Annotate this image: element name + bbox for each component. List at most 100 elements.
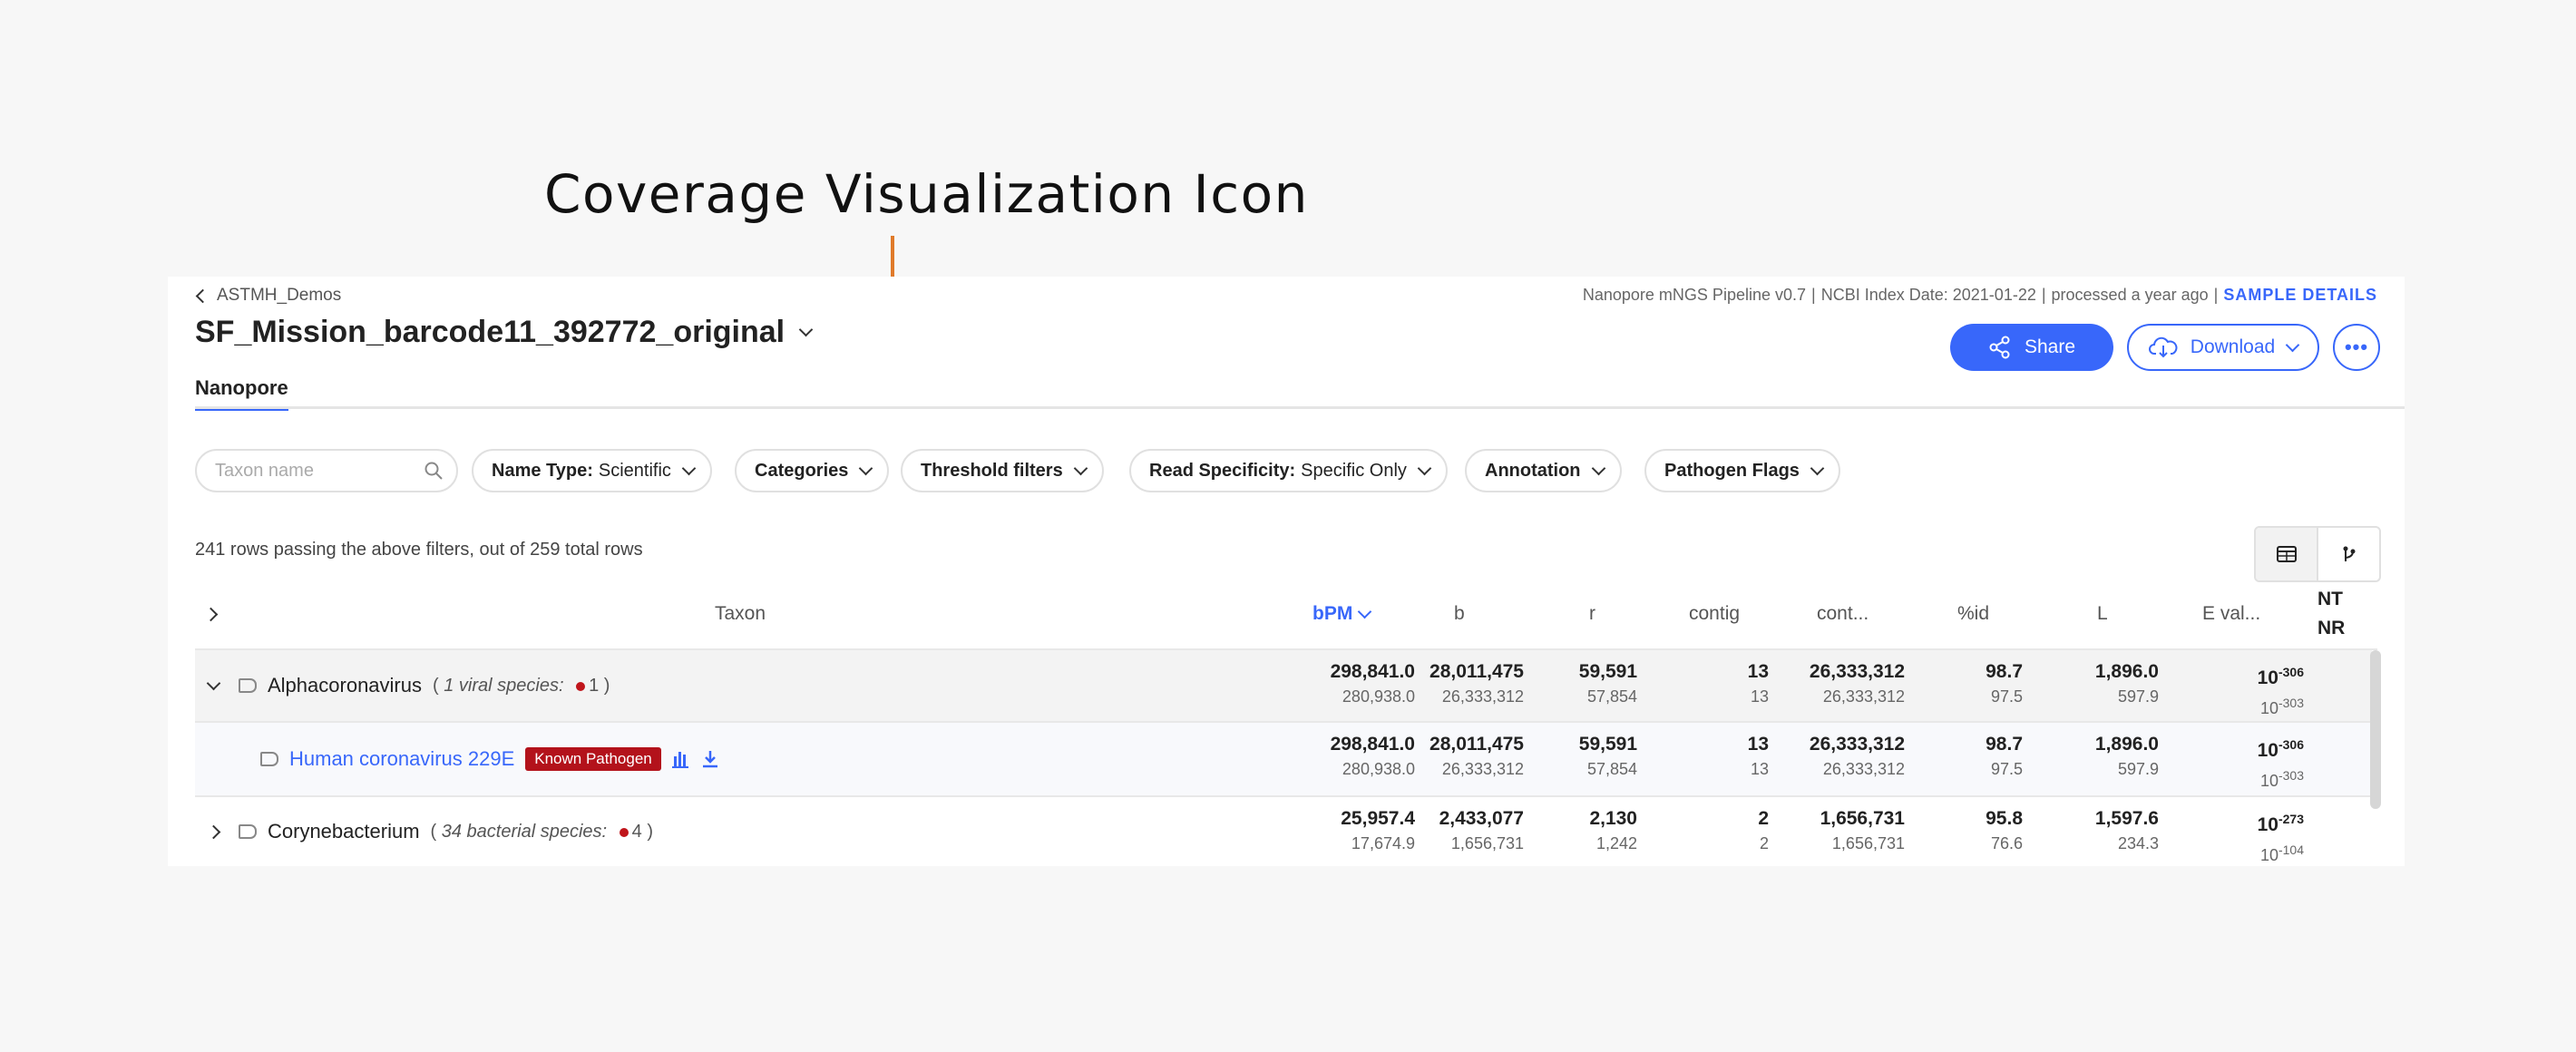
b-cell: 28,011,475 26,333,312	[1429, 734, 1524, 778]
tag-icon[interactable]	[239, 678, 257, 693]
download-button[interactable]: Download	[2127, 324, 2319, 371]
more-actions-button[interactable]: •••	[2333, 324, 2380, 371]
column-header-contig[interactable]: contig	[1689, 603, 1740, 625]
table-scrollbar[interactable]	[2370, 650, 2381, 809]
chevron-down-icon	[1417, 461, 1432, 475]
pathogen-dot-icon	[619, 827, 629, 837]
taxon-cell: Human coronavirus 229E Known Pathogen	[260, 747, 719, 771]
column-header-contig-bases[interactable]: cont...	[1817, 603, 1869, 625]
e-value-cell: 10-273 10-104	[2257, 812, 2304, 864]
sample-report-panel: ASTMH_Demos SF_Mission_barcode11_392772_…	[168, 277, 2405, 866]
breadcrumb[interactable]: ASTMH_Demos	[195, 286, 342, 306]
contig-cell: 13 13	[1747, 661, 1769, 706]
percent-id-cell: 98.7 97.5	[1986, 734, 2023, 778]
column-header-e-value[interactable]: E val...	[2202, 603, 2260, 625]
db-label-nr: NR	[2317, 618, 2346, 638]
column-header-taxon[interactable]: Taxon	[715, 603, 766, 625]
index-date: NCBI Index Date: 2021-01-22	[1820, 286, 2036, 304]
b-cell: 2,433,077 1,656,731	[1439, 808, 1524, 852]
r-cell: 2,130 1,242	[1589, 808, 1637, 852]
b-cell: 28,011,475 26,333,312	[1429, 661, 1524, 706]
chevron-down-icon[interactable]	[206, 676, 221, 690]
chevron-right-icon	[203, 607, 219, 622]
taxon-cell: Corynebacterium ( 34 bacterial species: …	[206, 820, 653, 843]
expand-all-toggle[interactable]	[203, 603, 219, 625]
threshold-filter[interactable]: Threshold filters	[901, 449, 1104, 492]
table-row-species-human-coronavirus-229e[interactable]: Human coronavirus 229E Known Pathogen 29…	[195, 723, 2372, 797]
e-value-cell: 10-306 10-303	[2257, 737, 2304, 790]
pathogen-flags-label: Pathogen Flags	[1664, 460, 1800, 481]
column-header-bpm-label: bPM	[1312, 603, 1353, 624]
pathogen-dot-icon	[576, 681, 586, 691]
alignment-length-cell: 1,597.6 234.3	[2094, 808, 2159, 852]
chevron-down-icon	[1591, 461, 1605, 475]
taxon-cell: Alphacoronavirus ( 1 viral species: 1 )	[206, 674, 610, 697]
annotation-label: Annotation	[1485, 460, 1581, 481]
taxon-search-input[interactable]: Taxon name	[195, 449, 458, 492]
table-view-button[interactable]	[2256, 528, 2318, 580]
tag-icon[interactable]	[260, 752, 278, 766]
threshold-label: Threshold filters	[921, 460, 1063, 481]
download-icon[interactable]	[701, 749, 719, 769]
sample-selector[interactable]: SF_Mission_barcode11_392772_original	[195, 315, 814, 350]
taxon-name[interactable]: Alphacoronavirus	[268, 674, 422, 697]
share-button[interactable]: Share	[1950, 324, 2113, 371]
search-placeholder: Taxon name	[215, 460, 314, 481]
processed-time: processed a year ago	[2051, 286, 2209, 304]
taxon-name-link[interactable]: Human coronavirus 229E	[289, 747, 514, 771]
table-row-genus-alphacoronavirus[interactable]: Alphacoronavirus ( 1 viral species: 1 ) …	[195, 650, 2372, 723]
chevron-right-icon[interactable]	[206, 824, 221, 839]
percent-id-cell: 98.7 97.5	[1986, 661, 2023, 706]
breadcrumb-label: ASTMH_Demos	[217, 286, 342, 305]
pathogen-flags-filter[interactable]: Pathogen Flags	[1644, 449, 1840, 492]
column-header-b[interactable]: b	[1454, 603, 1465, 625]
sort-desc-icon	[1358, 604, 1372, 619]
download-label: Download	[2190, 336, 2276, 357]
column-header-alignment-length[interactable]: L	[2097, 603, 2108, 625]
contig-bases-cell: 26,333,312 26,333,312	[1809, 661, 1905, 706]
bpm-cell: 298,841.0 280,938.0	[1330, 734, 1415, 778]
bpm-cell: 25,957.4 17,674.9	[1341, 808, 1415, 852]
chevron-left-icon	[195, 288, 210, 303]
cloud-download-icon	[2148, 336, 2178, 358]
chevron-down-icon	[1073, 461, 1088, 475]
pipeline-version[interactable]: Nanopore mNGS Pipeline v0.7	[1583, 286, 1806, 304]
percent-id-cell: 95.8 76.6	[1986, 808, 2023, 852]
table-icon	[2276, 546, 2297, 562]
annotation-title: Coverage Visualization Icon	[544, 163, 1309, 225]
column-header-percent-id[interactable]: %id	[1957, 603, 1989, 625]
read-specificity-label: Read Specificity:	[1149, 460, 1296, 481]
e-value-cell: 10-306 10-303	[2257, 665, 2304, 717]
column-header-r[interactable]: r	[1589, 603, 1595, 625]
sample-details-link[interactable]: SAMPLE DETAILS	[2223, 286, 2377, 304]
name-type-label: Name Type:	[492, 460, 593, 481]
coverage-visualization-icon[interactable]	[671, 750, 690, 768]
contig-cell: 13 13	[1747, 734, 1769, 778]
chevron-down-icon	[681, 461, 697, 475]
alignment-length-cell: 1,896.0 597.9	[2094, 661, 2159, 706]
search-icon	[424, 462, 443, 480]
alignment-length-cell: 1,896.0 597.9	[2094, 734, 2159, 778]
chevron-down-icon	[859, 461, 873, 475]
species-summary: ( 34 bacterial species: 4 )	[430, 821, 653, 842]
column-header-db[interactable]: NT NR	[2317, 585, 2345, 643]
view-toggle	[2254, 526, 2381, 582]
r-cell: 59,591 57,854	[1578, 661, 1637, 706]
chevron-down-icon	[798, 322, 814, 337]
bpm-cell: 298,841.0 280,938.0	[1330, 661, 1415, 706]
categories-filter[interactable]: Categories	[735, 449, 890, 492]
read-specificity-filter[interactable]: Read Specificity: Specific Only	[1129, 449, 1448, 492]
table-row-genus-corynebacterium[interactable]: Corynebacterium ( 34 bacterial species: …	[195, 797, 2372, 866]
name-type-value: Scientific	[598, 460, 671, 481]
contig-bases-cell: 1,656,731 1,656,731	[1820, 808, 1905, 852]
annotation-filter[interactable]: Annotation	[1465, 449, 1622, 492]
contig-cell: 22	[1758, 808, 1769, 852]
taxon-name[interactable]: Corynebacterium	[268, 820, 420, 843]
db-label-nt: NT	[2317, 589, 2343, 609]
categories-label: Categories	[755, 460, 849, 481]
tag-icon[interactable]	[239, 824, 257, 839]
tree-view-button[interactable]	[2318, 528, 2379, 580]
column-header-bpm[interactable]: bPM	[1312, 603, 1372, 625]
known-pathogen-badge: Known Pathogen	[525, 747, 661, 771]
name-type-filter[interactable]: Name Type: Scientific	[472, 449, 712, 492]
